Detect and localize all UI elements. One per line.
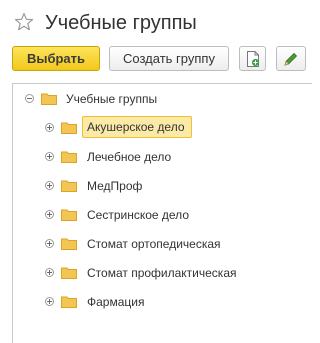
tree-item[interactable]: Стомат ортопедическая bbox=[13, 231, 312, 255]
tree-item[interactable]: Сестринское дело bbox=[13, 202, 312, 226]
tree-item[interactable]: Акушерское дело bbox=[13, 114, 312, 138]
add-document-icon bbox=[247, 51, 260, 67]
folder-icon bbox=[61, 267, 77, 279]
collapse-icon[interactable] bbox=[25, 94, 34, 103]
folder-icon bbox=[61, 238, 77, 250]
expand-icon[interactable] bbox=[45, 239, 54, 248]
tree-item[interactable]: Фармация bbox=[13, 289, 312, 313]
folder-icon bbox=[41, 93, 57, 105]
expand-icon[interactable] bbox=[45, 152, 54, 161]
page-title: Учебные группы bbox=[45, 12, 197, 34]
expand-icon[interactable] bbox=[45, 268, 54, 277]
star-icon[interactable] bbox=[14, 12, 34, 32]
tree-root-label: Учебные группы bbox=[66, 92, 158, 106]
folder-icon bbox=[61, 151, 77, 163]
tree-item-label: Стомат профилактическая bbox=[87, 266, 237, 280]
edit-button[interactable] bbox=[276, 46, 306, 71]
create-group-button[interactable]: Создать группу bbox=[109, 46, 229, 71]
tree-item[interactable]: Стомат профилактическая bbox=[13, 260, 312, 284]
expand-icon[interactable] bbox=[45, 210, 54, 219]
tree-root-row[interactable]: Учебные группы bbox=[13, 86, 312, 110]
edit-icon bbox=[284, 52, 298, 66]
add-document-button[interactable] bbox=[239, 46, 266, 71]
expand-icon[interactable] bbox=[45, 297, 54, 306]
tree-item[interactable]: МедПроф bbox=[13, 173, 312, 197]
tree-item-label: Фармация bbox=[87, 295, 145, 309]
tree-item-label: МедПроф bbox=[87, 179, 143, 193]
folder-icon bbox=[61, 180, 77, 192]
folder-icon bbox=[61, 296, 77, 308]
tree-item[interactable]: Лечебное дело bbox=[13, 144, 312, 168]
expand-icon[interactable] bbox=[45, 123, 54, 132]
folder-icon bbox=[61, 122, 77, 134]
select-button[interactable]: Выбрать bbox=[12, 46, 100, 71]
tree-item-label: Стомат ортопедическая bbox=[87, 237, 221, 251]
tree-item-label: Акушерское дело bbox=[82, 116, 192, 138]
tree-item-label: Лечебное дело bbox=[87, 150, 172, 164]
groups-tree: Учебные группы Акушерское дело Лечебное … bbox=[12, 83, 312, 343]
folder-icon bbox=[61, 209, 77, 221]
tree-item-label: Сестринское дело bbox=[87, 208, 189, 222]
expand-icon[interactable] bbox=[45, 181, 54, 190]
